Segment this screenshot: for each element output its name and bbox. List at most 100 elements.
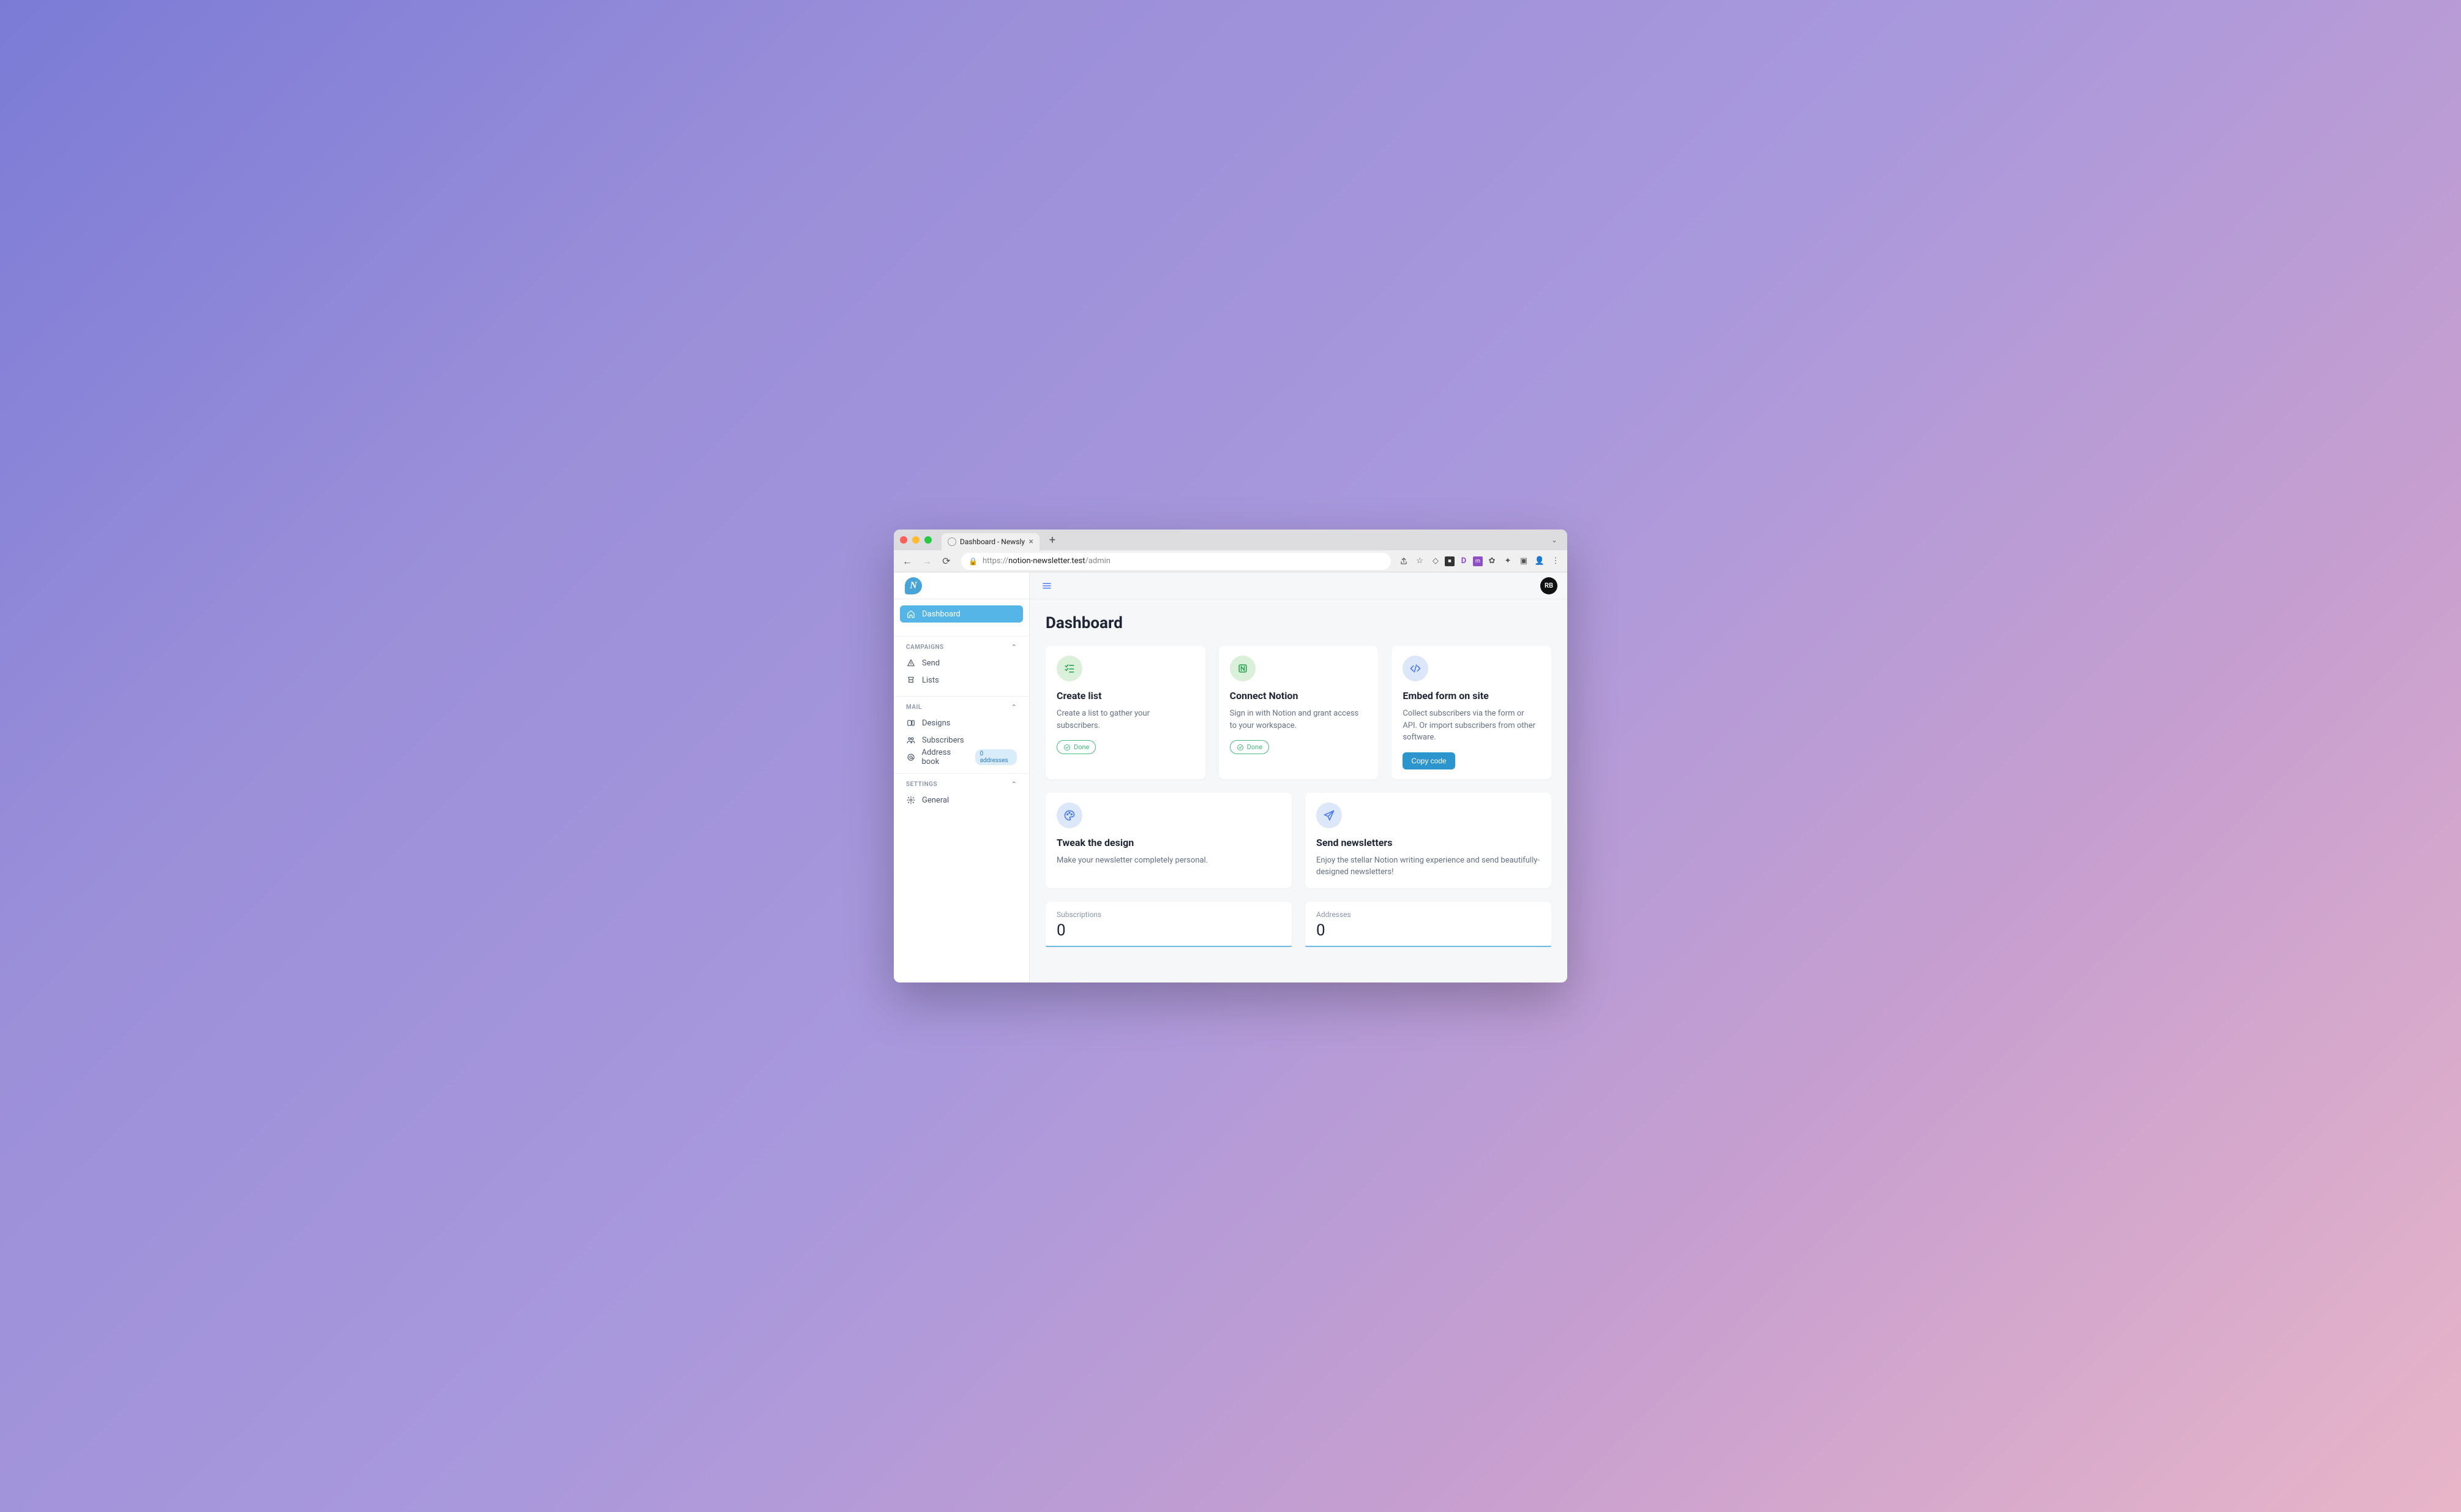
status-done-badge: Done [1057,740,1096,754]
palette-icon [1057,803,1082,828]
browser-toolbar: ← → ⟳ 🔒 https://notion-newsletter.test/a… [894,550,1567,572]
card-embed-form: Embed form on site Collect subscribers v… [1392,646,1551,779]
settings-gear-icon[interactable]: ✿ [1485,555,1499,568]
stat-value: 0 [1057,921,1281,940]
sidebar-item-label: General [922,796,949,805]
url-text: https://notion-newsletter.test/admin [983,556,1111,566]
browser-window: Dashboard - Newsly × + ⌄ ← → ⟳ 🔒 https:/… [894,530,1567,982]
address-bar[interactable]: 🔒 https://notion-newsletter.test/admin [961,553,1391,570]
notion-icon [1230,656,1256,681]
sidepanel-icon[interactable]: ▣ [1517,555,1530,568]
sidebar-item-lists[interactable]: Lists [900,672,1023,689]
tab-title: Dashboard - Newsly [960,537,1025,546]
stats-row: Subscriptions 0 Addresses 0 [1046,902,1551,947]
chevron-up-icon: ⌃ [1011,781,1017,788]
browser-tab-bar: Dashboard - Newsly × + ⌄ [894,530,1567,550]
sidebar-item-designs[interactable]: Designs [900,714,1023,732]
maximize-window-button[interactable] [924,536,932,544]
browser-extensions: ☆ ◇ ■ D m ✿ ✦ ▣ 👤 ⋮ [1397,555,1562,568]
card-connect-notion: Connect Notion Sign in with Notion and g… [1219,646,1379,779]
sidebar-section-settings: SETTINGS ⌃ General [894,773,1029,809]
checklist-icon [1057,656,1082,681]
stat-label: Subscriptions [1057,910,1281,919]
app-root: N Dashboard CAMPAIGNS ⌃ [894,572,1567,982]
close-tab-icon[interactable]: × [1029,537,1033,546]
forward-button[interactable]: → [918,553,935,570]
sidebar-item-addressbook[interactable]: Address book 0 addresses [900,749,1023,766]
card-description: Enjoy the stellar Notion writing experie… [1316,855,1540,878]
lock-icon: 🔒 [968,557,978,566]
section-header-settings[interactable]: SETTINGS ⌃ [900,781,1023,792]
sidebar-item-label: Designs [922,719,950,728]
sidebar: N Dashboard CAMPAIGNS ⌃ [894,572,1030,982]
profile-icon[interactable]: 👤 [1533,555,1546,568]
bookmark-star-icon[interactable]: ☆ [1413,555,1426,568]
close-window-button[interactable] [900,536,907,544]
onboarding-row-1: Create list Create a list to gather your… [1046,646,1551,779]
code-icon [1403,656,1428,681]
card-send-newsletters: Send newsletters Enjoy the stellar Notio… [1305,793,1551,888]
extension-icon[interactable]: ■ [1445,556,1455,566]
extensions-puzzle-icon[interactable]: ✦ [1501,555,1515,568]
sidebar-item-label: Address book [921,748,968,766]
globe-icon [948,537,956,546]
card-title: Connect Notion [1230,690,1368,702]
status-done-badge: Done [1230,740,1269,754]
kebab-menu-icon[interactable]: ⋮ [1549,555,1562,568]
card-title: Send newsletters [1316,837,1540,848]
onboarding-row-2: Tweak the design Make your newsletter co… [1046,793,1551,888]
new-tab-button[interactable]: + [1044,532,1060,548]
card-description: Make your newsletter completely personal… [1057,855,1281,867]
gear-icon [906,796,916,804]
card-description: Create a list to gather your subscribers… [1057,708,1194,732]
user-avatar[interactable]: RB [1540,577,1557,594]
stat-addresses: Addresses 0 [1305,902,1551,947]
sidebar-item-label: Dashboard [922,610,961,619]
card-title: Tweak the design [1057,837,1281,848]
content-area: Dashboard Create list Create a list to g… [1030,599,1567,979]
sidebar-section-mail: MAIL ⌃ Designs Subscribers [894,696,1029,766]
extension-icon[interactable]: D [1457,555,1470,568]
send-icon [906,659,916,667]
stat-value: 0 [1316,921,1540,940]
sidebar-item-label: Lists [922,676,939,685]
at-sign-icon [906,753,915,762]
copy-code-button[interactable]: Copy code [1403,752,1455,769]
extension-icon[interactable]: m [1473,556,1483,566]
stat-label: Addresses [1316,910,1540,919]
card-description: Collect subscribers via the form or API.… [1403,708,1540,744]
sidebar-item-dashboard[interactable]: Dashboard [900,605,1023,623]
main-content: RB Dashboard Create list Create a list t… [1030,572,1567,982]
share-icon[interactable] [1397,555,1410,568]
card-title: Create list [1057,690,1194,702]
extension-icon[interactable]: ◇ [1429,555,1442,568]
card-title: Embed form on site [1403,690,1540,702]
section-header-campaigns[interactable]: CAMPAIGNS ⌃ [900,644,1023,654]
page-title: Dashboard [1046,614,1551,632]
card-create-list: Create list Create a list to gather your… [1046,646,1205,779]
minimize-window-button[interactable] [912,536,920,544]
window-controls [900,536,932,544]
tabs-dropdown-button[interactable]: ⌄ [1548,536,1561,544]
stat-subscriptions: Subscriptions 0 [1046,902,1292,947]
chevron-up-icon: ⌃ [1011,644,1017,651]
users-icon [906,736,916,744]
app-logo[interactable]: N [905,577,922,594]
logo-row: N [894,572,1029,599]
lists-icon [906,676,916,684]
sidebar-item-general[interactable]: General [900,792,1023,809]
menu-toggle-button[interactable] [1039,578,1054,593]
sidebar-item-label: Send [922,659,940,668]
designs-icon [906,719,916,727]
browser-tab[interactable]: Dashboard - Newsly × [942,533,1039,550]
sidebar-section-campaigns: CAMPAIGNS ⌃ Send Lists [894,636,1029,689]
sidebar-item-send[interactable]: Send [900,654,1023,672]
home-icon [906,610,916,618]
sidebar-item-label: Subscribers [922,736,964,745]
address-count-badge: 0 addresses [975,749,1017,765]
topbar: RB [1030,572,1567,599]
section-header-mail[interactable]: MAIL ⌃ [900,704,1023,714]
reload-button[interactable]: ⟳ [938,553,955,570]
back-button[interactable]: ← [899,553,916,570]
sidebar-item-subscribers[interactable]: Subscribers [900,732,1023,749]
